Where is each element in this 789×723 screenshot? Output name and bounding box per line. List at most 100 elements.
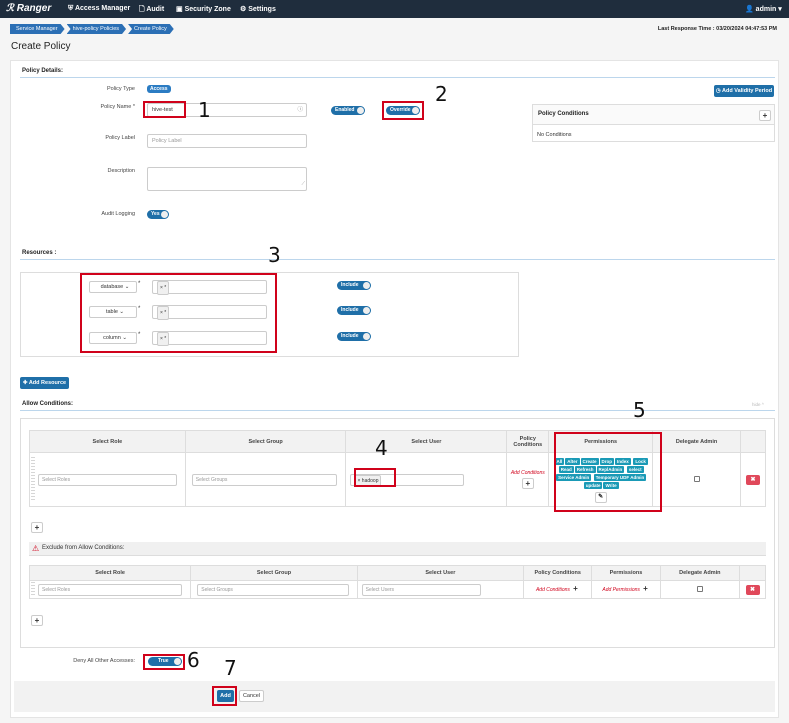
enabled-toggle[interactable]: Enabled <box>331 106 365 115</box>
user-menu[interactable]: 👤 admin ▾ <box>745 5 782 13</box>
toggle-knob <box>363 282 370 289</box>
delegate-admin-checkbox[interactable] <box>696 585 703 592</box>
add-validity-period-button[interactable]: ◷ Add Validity Period <box>714 85 774 97</box>
policy-details-heading: Policy Details: <box>22 68 64 74</box>
nav-label: Security Zone <box>184 6 231 13</box>
policy-type-label: Policy Type <box>106 86 135 92</box>
nav-access-manager[interactable]: ⛨ Access Manager <box>68 5 130 13</box>
add-conditions-link[interactable]: Add Conditions <box>536 587 570 593</box>
nav-security-zone[interactable]: ▣ Security Zone <box>176 5 231 13</box>
include-toggle-column[interactable]: Include <box>337 332 371 341</box>
section-divider <box>20 77 775 78</box>
resources-heading: Resources : <box>22 250 57 256</box>
delete-cell: ✖ <box>739 452 767 507</box>
add-allow-condition-button[interactable]: + <box>31 522 43 533</box>
user-name: admin <box>755 6 777 13</box>
group-cell: Select Groups <box>190 580 358 599</box>
include-label: Include <box>341 282 359 288</box>
description-label: Description <box>107 168 135 174</box>
allow-conditions-heading: Allow Conditions: <box>22 401 73 407</box>
deny-all-label: Deny All Other Accesses: <box>73 658 135 664</box>
delete-row-button[interactable]: ✖ <box>745 584 760 595</box>
toggle-knob <box>363 333 370 340</box>
select-groups-input[interactable]: Select Groups <box>197 583 349 596</box>
plus-icon: + <box>643 584 648 593</box>
zone-icon: ▣ <box>176 6 185 13</box>
annotation-3: 3 <box>268 243 281 267</box>
include-toggle-table[interactable]: Include <box>337 306 371 315</box>
nav-label: Access Manager <box>74 5 131 12</box>
hide-toggle-link[interactable]: hide ^ <box>752 402 764 407</box>
select-roles-input[interactable]: Select Roles <box>38 583 183 596</box>
breadcrumb-service-manager[interactable]: Service Manager <box>10 24 65 34</box>
policy-label-label: Policy Label <box>105 135 135 141</box>
select-users-input[interactable]: Select Users <box>361 583 482 596</box>
exclude-header-bar: ⚠ Exclude from Allow Conditions: <box>29 542 766 556</box>
delete-row-button[interactable]: ✖ <box>745 474 760 485</box>
add-permissions-link[interactable]: Add Permissions <box>602 587 640 593</box>
policy-label-input[interactable]: Policy Label <box>147 134 307 148</box>
col-policy-conditions: Policy Conditions <box>523 565 593 581</box>
include-label: Include <box>341 307 359 313</box>
drag-handle[interactable] <box>31 457 35 501</box>
add-permissions-button[interactable]: + <box>641 584 650 595</box>
col-actions <box>739 565 766 581</box>
include-label: Include <box>341 333 359 339</box>
add-conditions-button[interactable]: + <box>571 584 580 595</box>
toggle-knob <box>357 107 364 114</box>
conditions-cell: Add Conditions + <box>523 580 593 599</box>
annotation-5: 5 <box>633 398 646 422</box>
add-conditions-button[interactable]: + <box>521 478 534 489</box>
policy-type-badge: Access <box>147 85 171 93</box>
ranger-logo[interactable]: ℛ Ranger <box>6 3 51 14</box>
policy-conditions-heading: Policy Conditions <box>538 111 589 117</box>
cancel-button[interactable]: Cancel <box>239 690 264 702</box>
breadcrumb-policies[interactable]: hive-policy Policies <box>67 24 126 34</box>
col-select-role: Select Role <box>29 430 186 453</box>
highlight-box-2 <box>382 101 424 120</box>
annotation-4: 4 <box>375 436 388 460</box>
delete-cell: ✖ <box>739 580 766 599</box>
add-condition-button[interactable]: + <box>759 110 771 121</box>
description-textarea[interactable]: ⟋ <box>147 167 307 191</box>
add-exclude-condition-button[interactable]: + <box>31 615 43 626</box>
nav-audit[interactable]: 🗋 Audit <box>139 5 164 16</box>
nav-settings[interactable]: ⚙ Settings <box>240 5 276 13</box>
table-header-row: Select Role Select Group Select User Pol… <box>28 565 766 581</box>
page-title: Create Policy <box>11 41 71 52</box>
col-delegate-admin: Delegate Admin <box>652 430 741 453</box>
annotation-7: 7 <box>224 656 237 680</box>
policy-conditions-panel: Policy Conditions + No Conditions <box>532 104 775 142</box>
col-select-group: Select Group <box>184 430 347 453</box>
highlight-box-6 <box>143 654 185 670</box>
chevron-down-icon: ▾ <box>776 6 782 13</box>
col-select-user: Select User <box>345 430 508 453</box>
annotation-2: 2 <box>435 82 448 106</box>
add-conditions-link[interactable]: Add Conditions <box>507 470 548 476</box>
close-icon: ✖ <box>750 476 756 483</box>
user-icon: 👤 <box>745 6 756 13</box>
no-conditions-text: No Conditions <box>537 132 572 138</box>
plus-icon: + <box>34 616 40 625</box>
audit-logging-toggle[interactable]: Yes <box>147 210 169 219</box>
add-resource-button[interactable]: ✚ Add Resource <box>20 377 69 389</box>
breadcrumb: Service Manager hive-policy Policies Creat… <box>10 24 176 34</box>
audit-logging-label: Audit Logging <box>101 211 135 217</box>
add-validity-label: Add Validity Period <box>722 88 773 94</box>
plus-icon: + <box>762 111 768 120</box>
col-permissions: Permissions <box>591 565 661 581</box>
include-toggle-database[interactable]: Include <box>337 281 371 290</box>
drag-handle[interactable] <box>31 582 35 596</box>
col-select-role: Select Role <box>28 565 192 581</box>
info-icon: ⓘ <box>297 107 303 113</box>
delegate-cell <box>652 452 741 507</box>
select-roles-input[interactable]: Select Roles <box>38 473 177 486</box>
select-groups-input[interactable]: Select Groups <box>191 473 338 486</box>
plus-icon: + <box>573 584 578 593</box>
group-cell: Select Groups <box>184 452 347 507</box>
add-resource-label: Add Resource <box>28 380 67 386</box>
nav-label: Settings <box>248 6 276 13</box>
delegate-admin-checkbox[interactable] <box>693 475 700 482</box>
user-cell: Select Users <box>356 580 525 599</box>
exclude-heading: Exclude from Allow Conditions: <box>42 545 125 551</box>
